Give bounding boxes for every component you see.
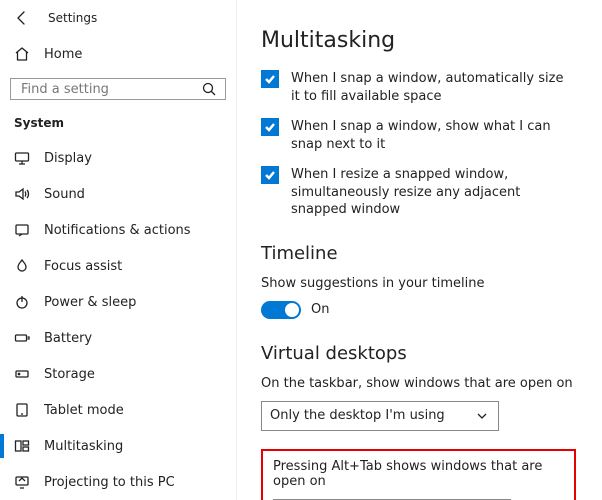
sidebar-item-display[interactable]: Display bbox=[0, 140, 236, 176]
taskbar-windows-label: On the taskbar, show windows that are op… bbox=[261, 376, 576, 391]
sidebar-item-label: Power & sleep bbox=[44, 295, 136, 310]
battery-icon bbox=[14, 330, 30, 346]
section-title-timeline: Timeline bbox=[261, 243, 576, 264]
multitasking-icon bbox=[14, 438, 30, 454]
dropdown-value: Only the desktop I'm using bbox=[270, 408, 445, 423]
snap-option-resize-adjacent[interactable]: When I resize a snapped window, simultan… bbox=[261, 165, 576, 219]
sidebar-item-label: Sound bbox=[44, 187, 85, 202]
focus-assist-icon bbox=[14, 258, 30, 274]
option-label: When I resize a snapped window, simultan… bbox=[291, 165, 576, 219]
sidebar-item-battery[interactable]: Battery bbox=[0, 320, 236, 356]
sidebar-item-label: Home bbox=[44, 47, 82, 62]
header-bar: Settings bbox=[0, 4, 236, 36]
sound-icon bbox=[14, 186, 30, 202]
sidebar-item-label: Display bbox=[44, 151, 92, 166]
storage-icon bbox=[14, 366, 30, 382]
sidebar-item-notifications[interactable]: Notifications & actions bbox=[0, 212, 236, 248]
checkbox-checked-icon bbox=[261, 166, 279, 184]
sidebar-item-label: Tablet mode bbox=[44, 403, 124, 418]
toggle-state-label: On bbox=[311, 302, 329, 317]
sidebar-item-label: Storage bbox=[44, 367, 95, 382]
search-icon bbox=[201, 81, 217, 97]
projecting-icon bbox=[14, 474, 30, 490]
sidebar-item-label: Multitasking bbox=[44, 439, 123, 454]
chevron-down-icon bbox=[474, 408, 490, 424]
page-title: Multitasking bbox=[261, 28, 576, 53]
sidebar-item-tablet-mode[interactable]: Tablet mode bbox=[0, 392, 236, 428]
sidebar-item-storage[interactable]: Storage bbox=[0, 356, 236, 392]
sidebar-item-label: Battery bbox=[44, 331, 92, 346]
display-icon bbox=[14, 150, 30, 166]
option-label: When I snap a window, show what I can sn… bbox=[291, 117, 576, 153]
timeline-toggle[interactable] bbox=[261, 301, 301, 319]
sidebar-item-power-sleep[interactable]: Power & sleep bbox=[0, 284, 236, 320]
sidebar-item-sound[interactable]: Sound bbox=[0, 176, 236, 212]
alttab-windows-label: Pressing Alt+Tab shows windows that are … bbox=[273, 459, 564, 489]
sidebar-item-home[interactable]: Home bbox=[0, 36, 236, 72]
sidebar-item-label: Focus assist bbox=[44, 259, 122, 274]
search-input[interactable] bbox=[19, 81, 201, 98]
snap-option-show-next[interactable]: When I snap a window, show what I can sn… bbox=[261, 117, 576, 153]
search-box[interactable] bbox=[10, 78, 226, 100]
checkbox-checked-icon bbox=[261, 70, 279, 88]
header-label: Settings bbox=[48, 11, 97, 25]
sidebar-item-multitasking[interactable]: Multitasking bbox=[0, 428, 236, 464]
sidebar-item-label: Notifications & actions bbox=[44, 223, 191, 238]
home-icon bbox=[14, 46, 30, 62]
sidebar-item-label: Projecting to this PC bbox=[44, 475, 175, 490]
taskbar-windows-dropdown[interactable]: Only the desktop I'm using bbox=[261, 401, 499, 431]
checkbox-checked-icon bbox=[261, 118, 279, 136]
notifications-icon bbox=[14, 222, 30, 238]
sidebar-item-projecting[interactable]: Projecting to this PC bbox=[0, 464, 236, 500]
main-content: Multitasking When I snap a window, autom… bbox=[237, 0, 602, 500]
back-icon[interactable] bbox=[14, 10, 30, 26]
sidebar: Settings Home System Display bbox=[0, 0, 237, 500]
section-title-virtual-desktops: Virtual desktops bbox=[261, 343, 576, 364]
alttab-highlight: Pressing Alt+Tab shows windows that are … bbox=[261, 449, 576, 500]
group-label: System bbox=[0, 112, 236, 140]
sidebar-list: Display Sound Notifications & actions Fo… bbox=[0, 140, 236, 500]
snap-option-fill-space[interactable]: When I snap a window, automatically size… bbox=[261, 69, 576, 105]
power-icon bbox=[14, 294, 30, 310]
timeline-desc: Show suggestions in your timeline bbox=[261, 276, 576, 291]
sidebar-item-focus-assist[interactable]: Focus assist bbox=[0, 248, 236, 284]
option-label: When I snap a window, automatically size… bbox=[291, 69, 576, 105]
tablet-icon bbox=[14, 402, 30, 418]
